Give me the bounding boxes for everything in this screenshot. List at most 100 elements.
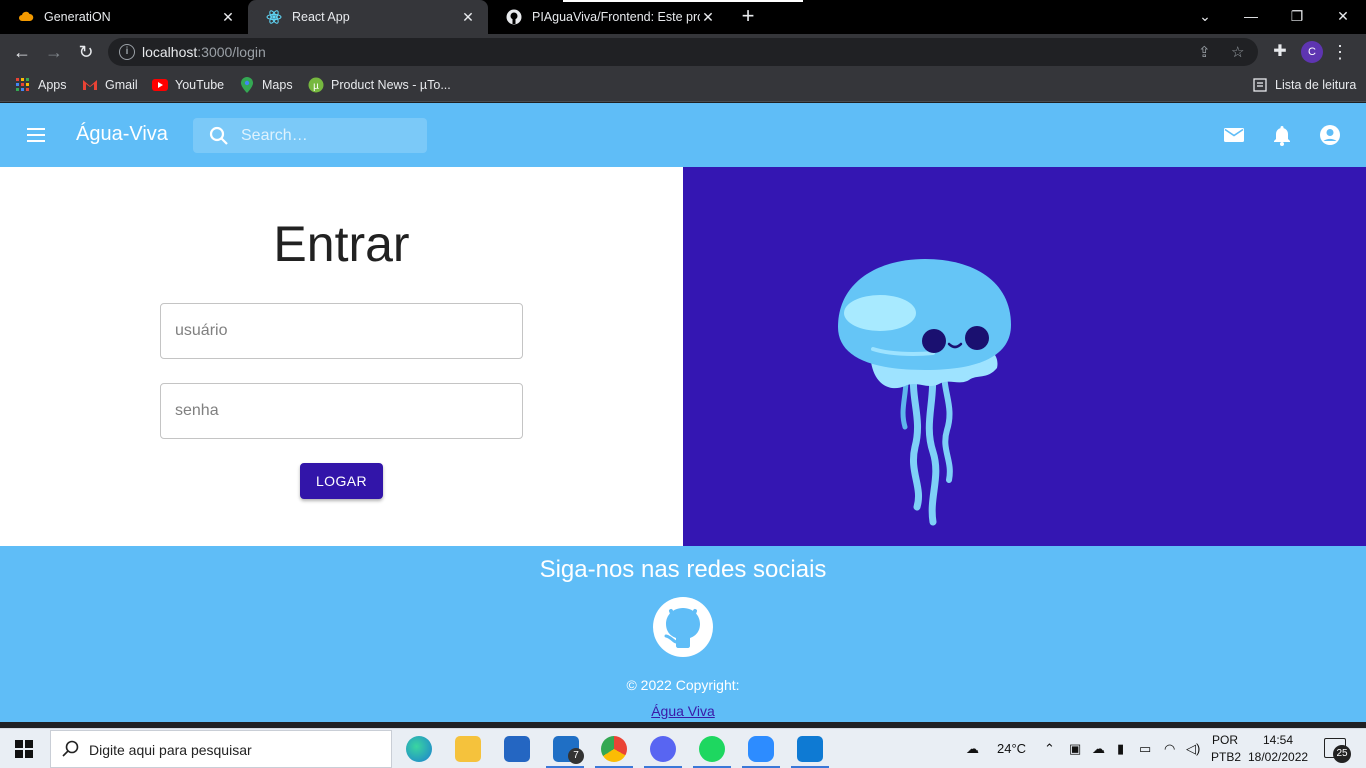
zoom-icon[interactable] [748, 736, 774, 762]
bookmark-utorrent[interactable]: µ Product News - µTo... [308, 77, 451, 93]
windows-start-icon[interactable] [15, 740, 33, 758]
url-path: :3000/login [197, 44, 266, 60]
notification-icon[interactable]: 25 [1324, 738, 1351, 763]
bookmarks-bar: Apps Gmail YouTube Maps µ Product News -… [0, 70, 1366, 102]
tab-title: GeneratiON [44, 10, 111, 24]
wifi-icon[interactable]: ◠ [1164, 741, 1175, 757]
discord-icon[interactable] [650, 736, 676, 762]
battery-icon[interactable]: ▭ [1139, 741, 1151, 757]
password-field [160, 383, 523, 439]
url-host: localhost [142, 44, 198, 60]
jellyfish-illustration [838, 259, 1011, 526]
meet-icon[interactable]: ▣ [1069, 741, 1081, 757]
search-box [193, 118, 427, 153]
username-input[interactable] [161, 304, 522, 358]
share-icon[interactable]: ⇪ [1198, 43, 1211, 61]
minimize-button[interactable]: — [1228, 0, 1274, 34]
bookmark-apps[interactable]: Apps [15, 77, 67, 93]
apps-grid-icon [15, 77, 31, 93]
reading-list[interactable]: Lista de leitura [1252, 77, 1356, 93]
mail-app-icon[interactable]: 7 [553, 736, 584, 764]
mail-badge: 7 [568, 748, 584, 764]
keyboard-layout: PTB2 [1211, 750, 1242, 764]
edge-icon[interactable] [406, 736, 432, 762]
screen: GeneratiON ✕ React App ✕ PIAguaViva/Fron… [0, 0, 1366, 768]
address-bar[interactable]: i localhost:3000/login ⇪ ☆ [108, 38, 1258, 66]
footer-link[interactable]: Água Viva [651, 703, 715, 719]
copyright-text: © 2022 Copyright: [626, 677, 740, 693]
password-input[interactable] [161, 384, 522, 438]
clock[interactable]: 14:54 18/02/2022 [1248, 732, 1308, 766]
store-icon[interactable] [504, 736, 530, 762]
account-icon[interactable] [1318, 123, 1342, 147]
bookmark-label: Gmail [105, 78, 138, 92]
login-title: Entrar [273, 216, 410, 272]
youtube-icon [152, 77, 168, 93]
new-tab-button[interactable]: + [736, 4, 760, 28]
footer-title: Siga-nos nas redes sociais [539, 556, 827, 583]
react-icon [266, 9, 282, 25]
search-icon [62, 740, 80, 763]
bookmark-label: YouTube [175, 78, 225, 92]
extensions-icon[interactable]: ✚ [1266, 38, 1294, 66]
chevron-down-icon[interactable]: ⌄ [1182, 0, 1228, 34]
volume-icon[interactable]: ◁) [1186, 741, 1200, 757]
bookmark-maps[interactable]: Maps [239, 77, 293, 93]
hero-image-panel [683, 167, 1366, 546]
close-icon[interactable]: ✕ [460, 9, 476, 26]
close-icon[interactable]: ✕ [700, 9, 716, 26]
back-button[interactable]: ← [8, 38, 36, 66]
bell-icon[interactable] [1270, 123, 1294, 147]
tab-github[interactable]: PIAguaViva/Frontend: Este projeto ✕ [488, 0, 728, 34]
browser-toolbar: ← → ↻ i localhost:3000/login ⇪ ☆ ✚ ⋮ [0, 34, 1366, 70]
restore-button[interactable]: ❐ [1274, 0, 1320, 34]
language-indicator[interactable]: POR PTB2 [1211, 732, 1242, 766]
clock-date: 18/02/2022 [1248, 750, 1309, 764]
tab-react-app[interactable]: React App ✕ [248, 0, 488, 34]
clock-time: 14:54 [1262, 733, 1294, 747]
menu-icon[interactable]: ⋮ [1326, 38, 1354, 66]
onedrive-icon[interactable]: ☁ [1092, 741, 1105, 757]
tab-generation[interactable]: GeneratiON ✕ [0, 0, 248, 34]
login-button[interactable]: LOGAR [300, 463, 383, 499]
github-icon [506, 9, 522, 25]
weather-icon[interactable]: ☁ [966, 741, 979, 757]
forward-button[interactable]: → [40, 38, 68, 66]
spotify-icon[interactable] [699, 736, 725, 762]
chevron-up-icon[interactable]: ⌃ [1044, 741, 1055, 757]
bookmark-label: Product News - µTo... [331, 78, 451, 92]
search-input[interactable] [241, 118, 421, 153]
taskbar-search[interactable]: Digite aqui para pesquisar [50, 730, 392, 768]
url-text: localhost:3000/login [142, 44, 266, 60]
profile-avatar[interactable]: C [1301, 41, 1323, 63]
footer-link-wrapper: Água Viva [0, 703, 1366, 719]
notification-count: 25 [1333, 745, 1351, 763]
close-window-button[interactable]: ✕ [1320, 0, 1366, 34]
github-icon[interactable] [652, 596, 714, 658]
app-header: Água-Viva [0, 103, 1366, 167]
bookmark-gmail[interactable]: Gmail [82, 77, 138, 93]
file-explorer-icon[interactable] [455, 736, 481, 762]
taskbar-search-text: Digite aqui para pesquisar [89, 742, 252, 758]
bookmark-label: Maps [262, 78, 293, 92]
maps-pin-icon [239, 77, 255, 93]
menu-icon[interactable] [24, 125, 48, 145]
gmail-icon [82, 77, 98, 93]
tab-strip: GeneratiON ✕ React App ✕ PIAguaViva/Fron… [0, 0, 1366, 34]
mail-icon[interactable] [1222, 123, 1246, 147]
reading-list-label: Lista de leitura [1275, 78, 1357, 92]
reload-button[interactable]: ↻ [72, 38, 100, 66]
star-icon[interactable]: ☆ [1231, 43, 1244, 61]
footer: Siga-nos nas redes sociais © 2022 Copyri… [0, 546, 1366, 722]
bookmark-youtube[interactable]: YouTube [152, 77, 224, 93]
vscode-icon[interactable] [797, 736, 823, 762]
close-icon[interactable]: ✕ [220, 9, 236, 26]
info-icon[interactable]: i [119, 44, 135, 60]
brand-title: Água-Viva [76, 123, 168, 145]
language-code: POR [1211, 733, 1238, 747]
tab-title: React App [292, 10, 350, 24]
chrome-icon[interactable] [601, 736, 627, 762]
tab-title: PIAguaViva/Frontend: Este projeto [532, 10, 700, 24]
svg-text:µ: µ [313, 81, 319, 92]
microphone-icon[interactable]: ▮ [1117, 741, 1124, 757]
